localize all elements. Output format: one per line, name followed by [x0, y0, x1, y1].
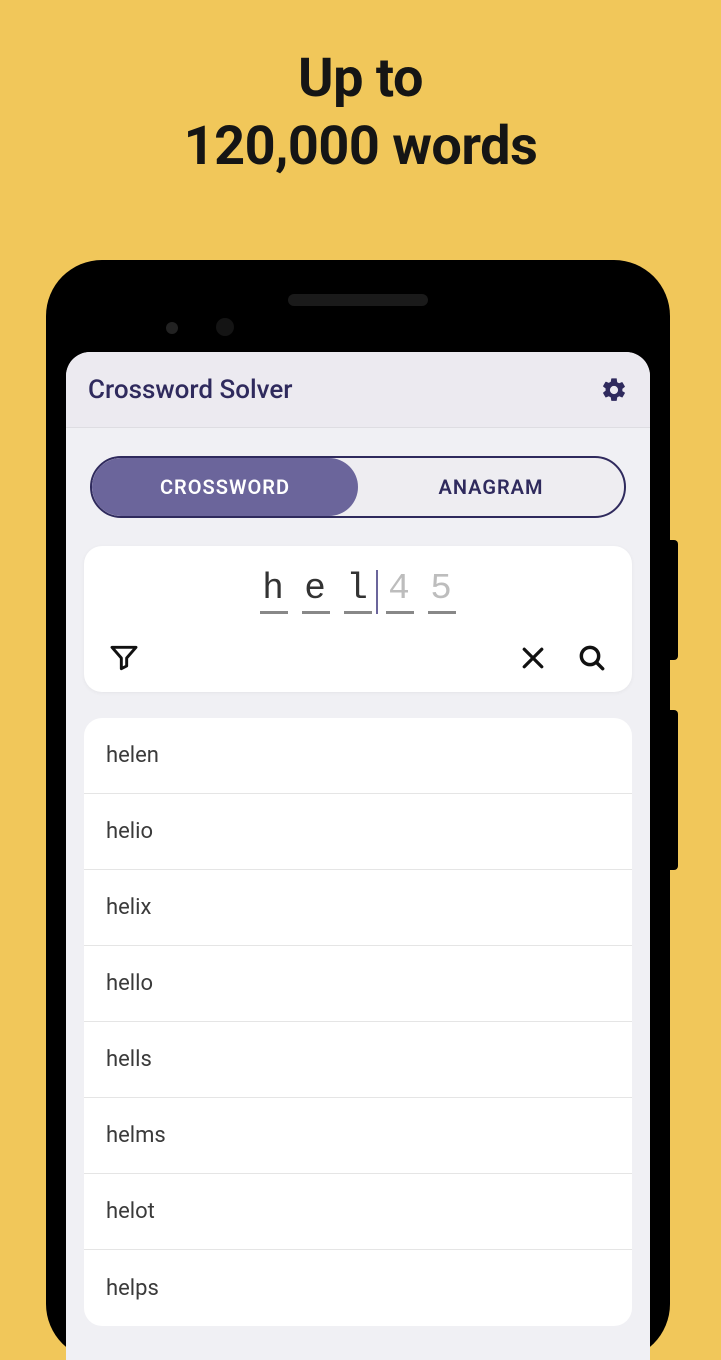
app-bar: Crossword Solver: [66, 352, 650, 428]
app-screen: Crossword Solver CROSSWORD ANAGRAM h e l…: [66, 352, 650, 1360]
card-actions: [108, 642, 608, 674]
gear-icon: [600, 376, 628, 404]
close-icon: [518, 643, 548, 673]
letter-slot[interactable]: h: [260, 568, 288, 614]
letter-slot[interactable]: 5: [428, 568, 456, 614]
letter-input-row[interactable]: h e l 4 5: [108, 568, 608, 614]
list-item[interactable]: helen: [84, 718, 632, 794]
phone-sensor: [166, 322, 178, 334]
list-item[interactable]: hello: [84, 946, 632, 1022]
text-cursor: [376, 570, 378, 614]
tab-crossword[interactable]: CROSSWORD: [92, 458, 358, 516]
filter-icon: [108, 642, 140, 674]
letter-slot[interactable]: 4: [386, 568, 414, 614]
input-card: h e l 4 5: [84, 546, 632, 692]
letter-slot[interactable]: e: [302, 568, 330, 614]
list-item[interactable]: helps: [84, 1250, 632, 1326]
list-item[interactable]: hells: [84, 1022, 632, 1098]
phone-side-button: [670, 710, 678, 870]
results-list: helen helio helix hello hells helms helo…: [84, 718, 632, 1326]
list-item[interactable]: helio: [84, 794, 632, 870]
mode-segmented-control: CROSSWORD ANAGRAM: [90, 456, 626, 518]
filter-button[interactable]: [108, 642, 140, 674]
list-item[interactable]: helms: [84, 1098, 632, 1174]
promo-line2: 120,000 words: [0, 113, 721, 181]
search-icon: [576, 642, 608, 674]
phone-speaker: [288, 294, 428, 306]
search-button[interactable]: [576, 642, 608, 674]
settings-button[interactable]: [600, 376, 628, 404]
tab-anagram[interactable]: ANAGRAM: [358, 458, 624, 516]
promo-headline: Up to 120,000 words: [0, 0, 721, 180]
app-title: Crossword Solver: [88, 375, 292, 405]
list-item[interactable]: helot: [84, 1174, 632, 1250]
clear-button[interactable]: [518, 643, 548, 673]
promo-line1: Up to: [0, 45, 721, 113]
phone-mockup: Crossword Solver CROSSWORD ANAGRAM h e l…: [46, 260, 670, 1360]
phone-side-button: [670, 540, 678, 660]
phone-camera: [216, 318, 234, 336]
letter-slot[interactable]: l: [344, 568, 372, 614]
list-item[interactable]: helix: [84, 870, 632, 946]
